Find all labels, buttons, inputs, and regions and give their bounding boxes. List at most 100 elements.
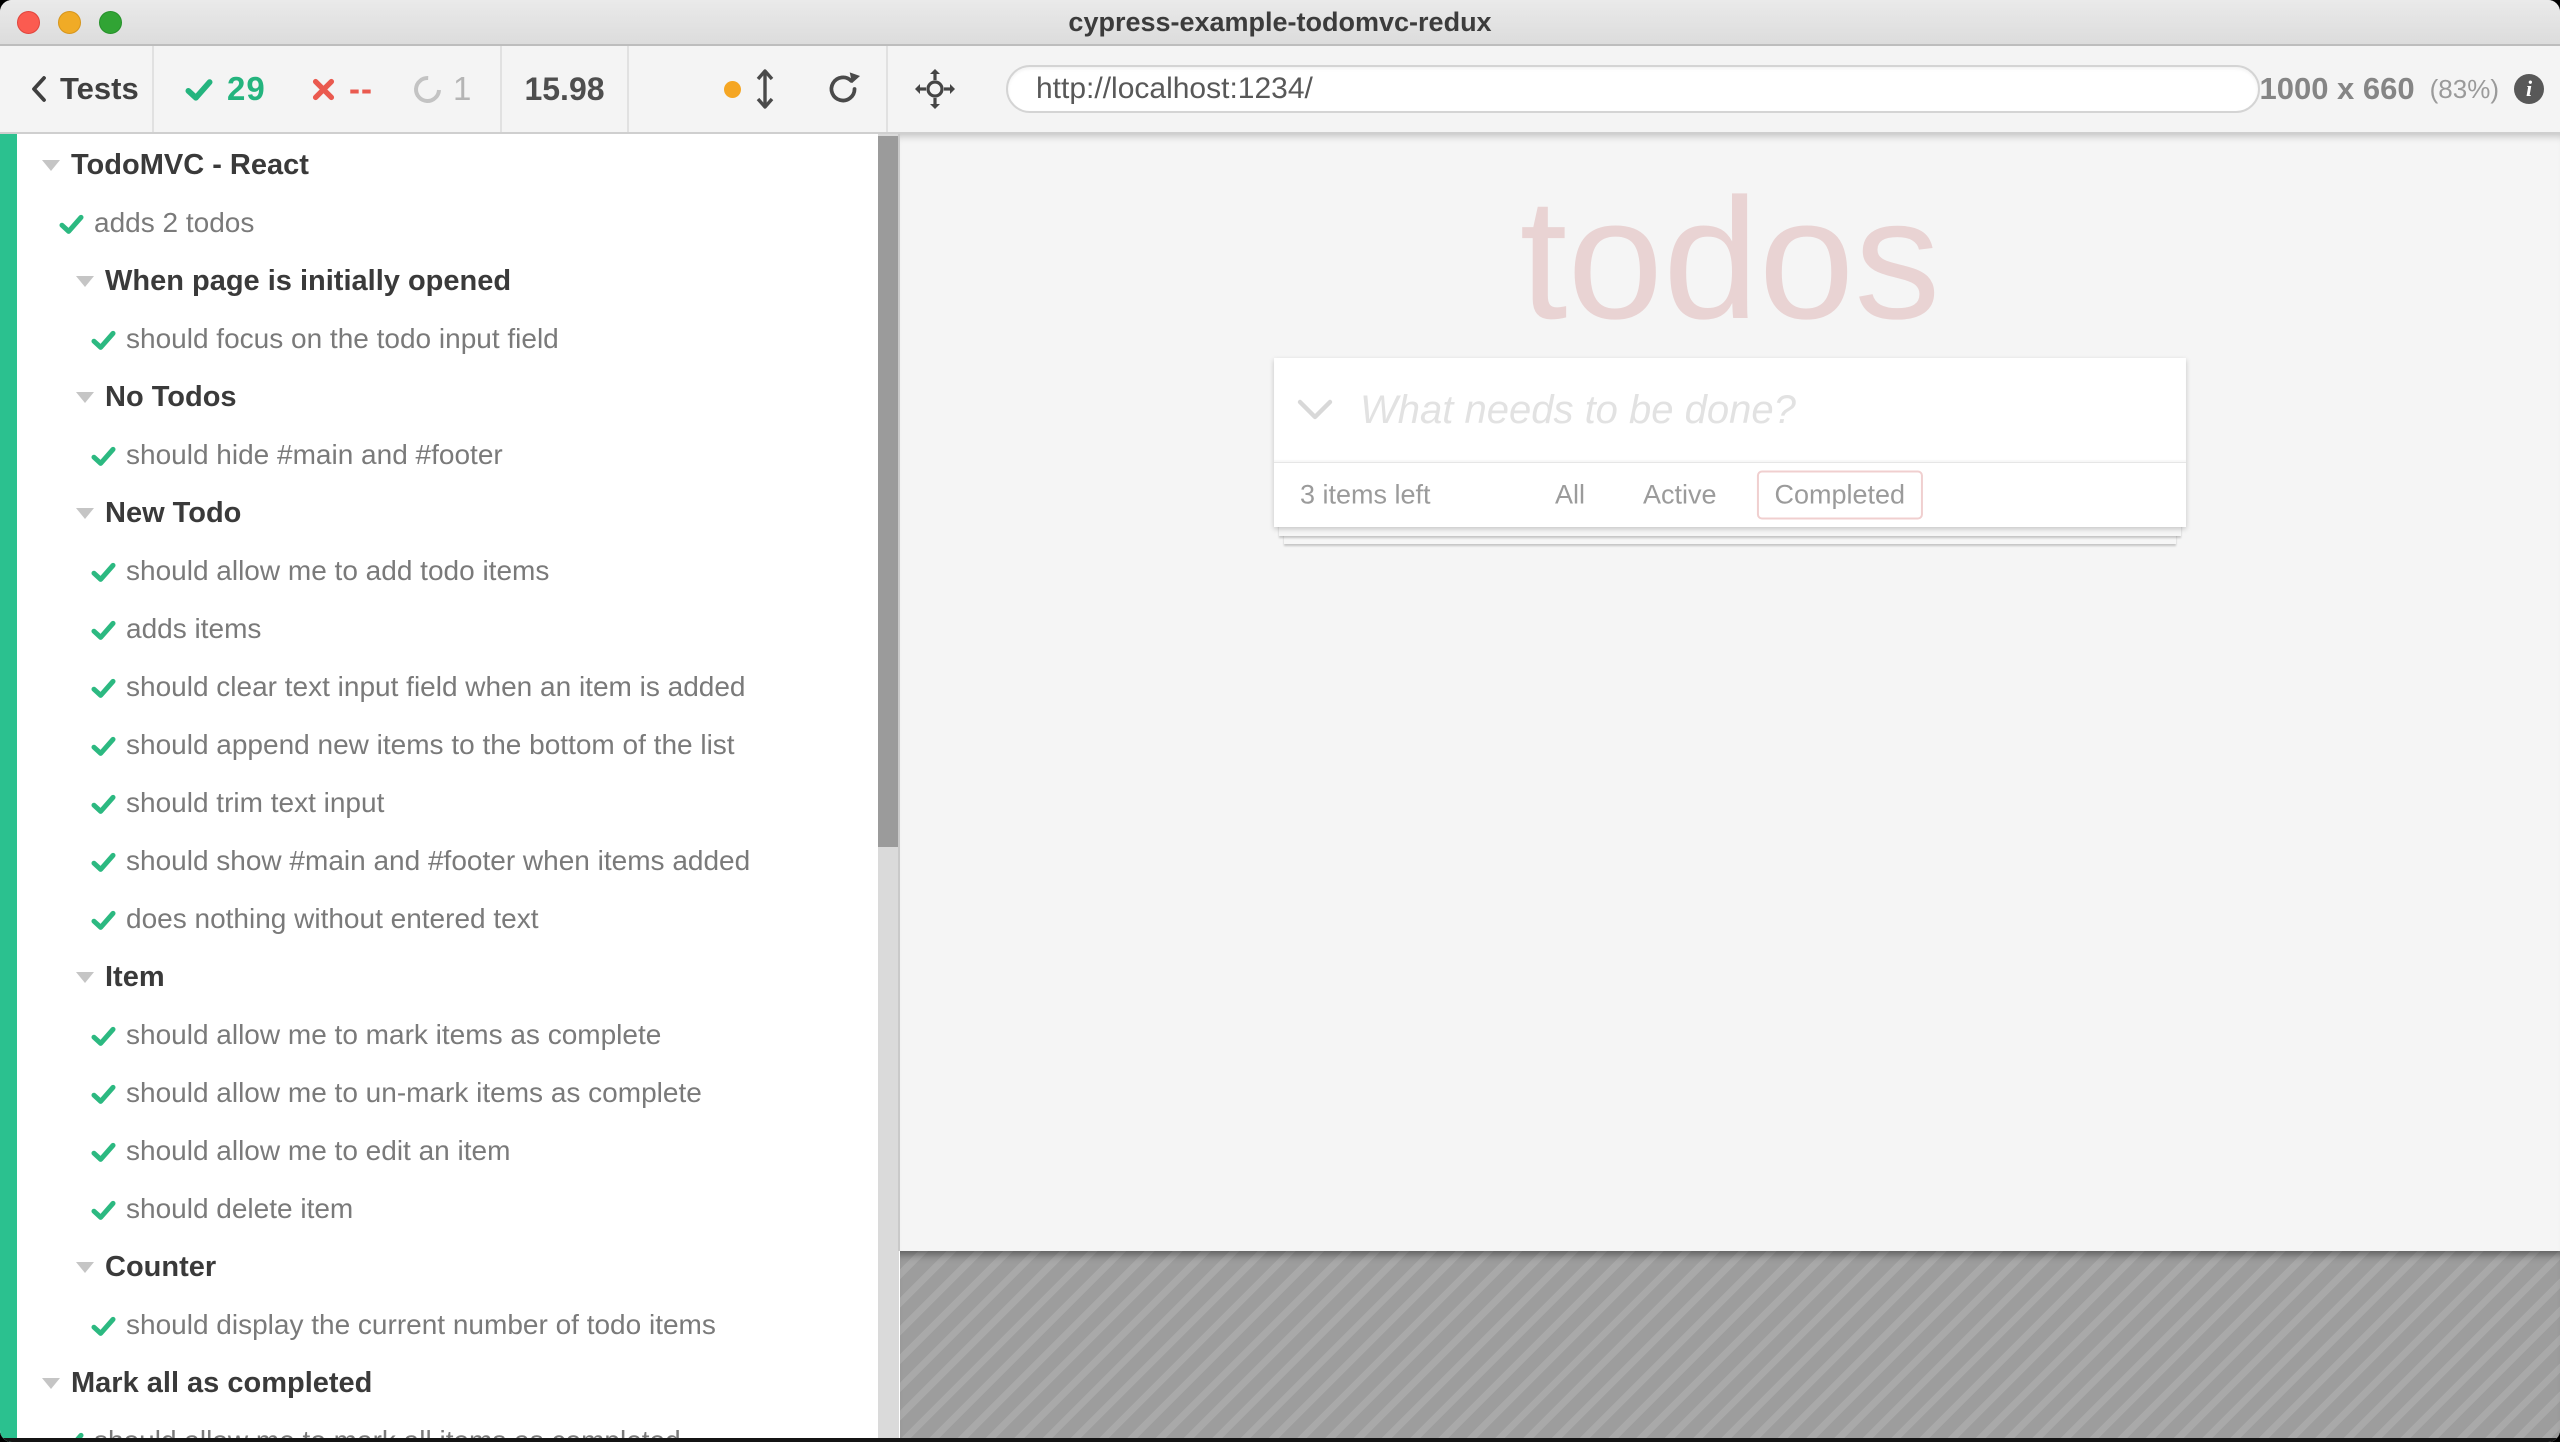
suite-row[interactable]: Mark all as completed [0, 1354, 878, 1412]
suite-row[interactable]: When page is initially opened [0, 252, 878, 310]
passed-stat: 29 [184, 46, 266, 132]
test-title: should display the current number of tod… [126, 1309, 716, 1341]
suite-row[interactable]: TodoMVC - React [0, 136, 878, 194]
selector-playground-button[interactable] [908, 46, 962, 132]
test-row[interactable]: should allow me to un-mark items as comp… [0, 1064, 878, 1122]
check-icon [90, 1196, 117, 1223]
test-row[interactable]: should delete item [0, 1180, 878, 1238]
test-row[interactable]: should hide #main and #footer [0, 426, 878, 484]
check-icon [184, 74, 214, 104]
sidebar-scrollbar-track[interactable] [878, 134, 899, 1442]
test-title: should allow me to mark items as complet… [126, 1019, 661, 1051]
suite-row[interactable]: Counter [0, 1238, 878, 1296]
test-row[interactable]: should trim text input [0, 774, 878, 832]
test-title: should append new items to the bottom of… [126, 729, 735, 761]
pending-count: 1 [453, 70, 472, 108]
failed-stat: -- [310, 46, 373, 132]
test-title: should clear text input field when an it… [126, 671, 746, 703]
pending-ring-icon [408, 70, 446, 108]
test-title: should allow me to edit an item [126, 1135, 510, 1167]
aut-frame: todos 3 items left AllActiveCompleted [898, 134, 2560, 1251]
up-down-arrow-icon [754, 66, 776, 112]
test-row[interactable]: should clear text input field when an it… [0, 658, 878, 716]
test-row[interactable]: should allow me to mark items as complet… [0, 1006, 878, 1064]
new-todo-row [1274, 358, 2186, 462]
toggle-all-button[interactable] [1296, 398, 1334, 422]
refresh-icon [822, 68, 864, 110]
toolbar-separator [152, 46, 154, 132]
cypress-runner-window: cypress-example-todomvc-redux Tests 29 -… [0, 0, 2560, 1442]
check-icon [90, 674, 117, 701]
check-icon [90, 558, 117, 585]
suite-row[interactable]: Item [0, 948, 878, 1006]
suite-title: No Todos [105, 381, 237, 414]
test-title: should show #main and #footer when items… [126, 845, 750, 877]
test-row[interactable]: does nothing without entered text [0, 890, 878, 948]
test-title: should hide #main and #footer [126, 439, 503, 471]
test-title: should focus on the todo input field [126, 323, 559, 355]
pending-stat: 1 [414, 46, 472, 132]
test-row[interactable]: should display the current number of tod… [0, 1296, 878, 1354]
check-icon [90, 732, 117, 759]
test-title: should delete item [126, 1193, 353, 1225]
filter-all[interactable]: All [1537, 471, 1603, 520]
rerun-tests-button[interactable] [816, 46, 870, 132]
test-title: adds 2 todos [94, 207, 254, 239]
check-icon [58, 210, 85, 237]
orange-dot-icon [724, 81, 741, 98]
chevron-down-icon [1296, 398, 1334, 422]
items-left-count: 3 items left [1300, 480, 1431, 511]
check-icon [90, 442, 117, 469]
todo-footer: 3 items left All Active Completed [1274, 462, 2186, 527]
test-row[interactable]: should show #main and #footer when items… [0, 832, 878, 890]
check-icon [90, 1022, 117, 1049]
caret-down-icon [42, 1378, 60, 1389]
check-icon [90, 790, 117, 817]
test-row[interactable]: should append new items to the bottom of… [0, 716, 878, 774]
suite-row[interactable]: New Todo [0, 484, 878, 542]
caret-down-icon [76, 276, 94, 287]
suite-title: New Todo [105, 497, 241, 530]
check-icon [90, 1312, 117, 1339]
chevron-left-icon [28, 74, 50, 104]
caret-down-icon [42, 160, 60, 171]
new-todo-input[interactable] [1358, 387, 2166, 434]
sidebar-scrollbar-thumb[interactable] [878, 136, 899, 847]
back-to-tests-button[interactable]: Tests [22, 46, 145, 132]
test-row[interactable]: adds 2 todos [0, 194, 878, 252]
viewport-zoom: (83%) [2430, 74, 2499, 105]
test-row[interactable]: should allow me to add todo items [0, 542, 878, 600]
test-title: should allow me to un-mark items as comp… [126, 1077, 702, 1109]
suite-row[interactable]: No Todos [0, 368, 878, 426]
check-icon [90, 326, 117, 353]
check-icon [90, 616, 117, 643]
tests-button-label: Tests [60, 71, 139, 107]
viewport-size: 1000 x 660 [2259, 71, 2414, 107]
suite-title: Item [105, 961, 165, 994]
todo-filters: All Active Completed [1537, 471, 1923, 520]
reporter-sidebar: TodoMVC - React adds 2 todos When page is … [0, 134, 878, 1442]
check-icon [90, 848, 117, 875]
toolbar-separator [627, 46, 629, 132]
suite-title: Mark all as completed [71, 1367, 372, 1400]
caret-down-icon [76, 972, 94, 983]
test-row[interactable]: adds items [0, 600, 878, 658]
window-titlebar: cypress-example-todomvc-redux [0, 0, 2560, 46]
failed-count: -- [349, 70, 373, 108]
suite-title: When page is initially opened [105, 265, 511, 298]
test-row[interactable]: should focus on the todo input field [0, 310, 878, 368]
viewport-info[interactable]: 1000 x 660 (83%) [2259, 46, 2544, 132]
toolbar-separator [886, 46, 888, 132]
test-title: should trim text input [126, 787, 384, 819]
aut-url-bar[interactable]: http://localhost:1234/ [1006, 65, 2260, 113]
filter-active[interactable]: Active [1625, 471, 1735, 520]
test-row[interactable]: should allow me to edit an item [0, 1122, 878, 1180]
info-icon[interactable] [2514, 74, 2544, 104]
suite-title: Counter [105, 1251, 216, 1284]
suite-title: TodoMVC - React [71, 149, 309, 182]
passing-indicator-bar [0, 134, 17, 1442]
test-title: should allow me to add todo items [126, 555, 549, 587]
test-title: adds items [126, 613, 261, 645]
auto-scroll-toggle[interactable] [718, 46, 782, 132]
filter-completed[interactable]: Completed [1756, 471, 1923, 520]
